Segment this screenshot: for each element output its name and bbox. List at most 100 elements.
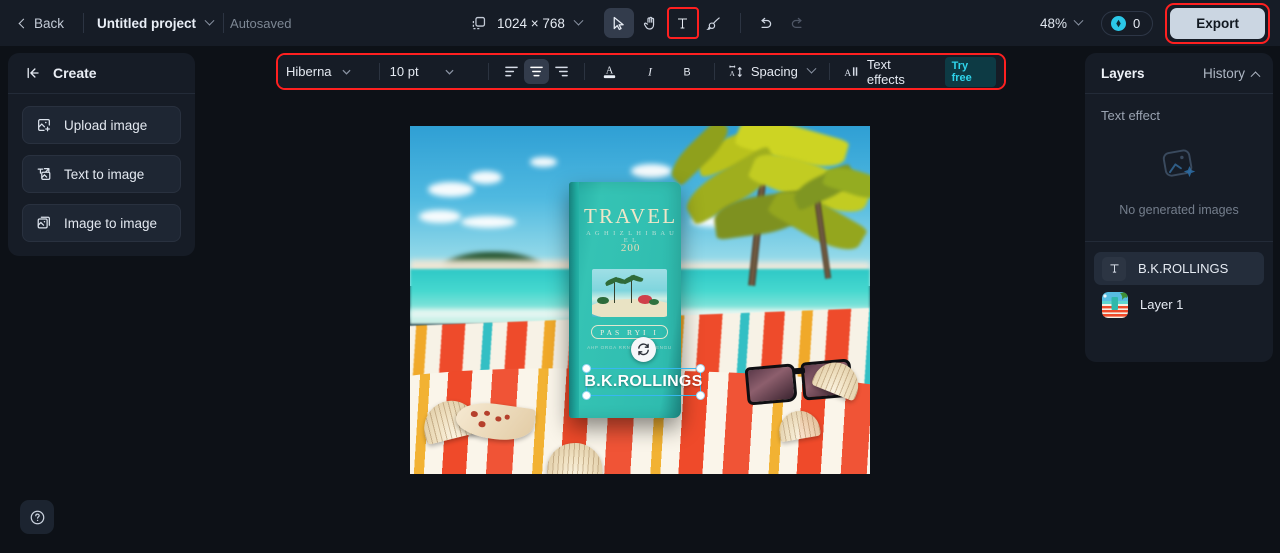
chevron-down-icon — [806, 63, 817, 74]
rotate-handle[interactable] — [631, 337, 656, 362]
book-spine — [568, 181, 579, 419]
brush-tool[interactable] — [700, 8, 730, 38]
chevron-down-icon — [573, 15, 584, 26]
chevron-down-icon — [341, 69, 351, 75]
help-button[interactable] — [20, 500, 54, 534]
zoom-level-value: 48% — [1039, 15, 1067, 31]
topbar-left-group: Back Untitled project Autosaved — [0, 0, 291, 46]
divider — [713, 63, 715, 80]
canvas-artwork: TRAVEL A G H I Z L H I B A U E L 200 PAS — [410, 126, 870, 474]
empty-state-label: No generated images — [1119, 203, 1239, 217]
italic-button[interactable]: I — [638, 59, 663, 84]
layer-row-image[interactable]: Layer 1 — [1094, 288, 1264, 321]
design-canvas[interactable]: TRAVEL A G H I Z L H I B A U E L 200 PAS — [410, 126, 870, 474]
book-year: 200 — [620, 242, 641, 254]
project-name[interactable]: Untitled project — [97, 16, 196, 31]
text-tool[interactable] — [666, 7, 699, 39]
svg-text:A: A — [606, 65, 614, 76]
book-title: TRAVEL — [583, 204, 678, 229]
topbar-center-group: 1024 × 768 — [462, 0, 813, 46]
text-color-button[interactable]: A — [595, 59, 624, 84]
create-panel-header: Create — [8, 53, 195, 94]
tool-group — [603, 7, 813, 39]
bold-button[interactable]: B — [675, 59, 700, 84]
divider — [584, 63, 586, 80]
text-to-image-button[interactable]: Text to image — [22, 155, 181, 193]
credits-badge[interactable]: 0 — [1101, 10, 1154, 36]
chevron-down-icon — [1073, 15, 1084, 26]
text-format-toolbar: Hiberna 10 pt A I B A Spacing A Text eff… — [278, 55, 1004, 88]
collapse-left-icon[interactable] — [26, 66, 42, 80]
text-object-selection[interactable]: B.K.ROLLINGS — [582, 364, 705, 400]
align-center-button[interactable] — [524, 59, 550, 84]
back-button[interactable]: Back — [14, 12, 70, 35]
try-free-badge[interactable]: Try free — [944, 56, 997, 87]
chevron-down-icon — [204, 15, 215, 26]
history-label: History — [1202, 65, 1245, 81]
shell-spot — [495, 416, 502, 422]
resize-handle-bottom-left[interactable] — [582, 391, 591, 400]
image-layer-thumbnail — [1102, 291, 1128, 318]
sunglasses-bridge — [792, 367, 806, 375]
text-to-image-icon — [36, 166, 52, 182]
question-mark-icon — [29, 509, 46, 526]
image-to-image-label: Image to image — [64, 215, 158, 231]
divider — [828, 63, 830, 80]
create-panel: Create Upload image Text to image Image … — [8, 53, 195, 256]
shell-spot — [504, 415, 511, 420]
layers-panel: Layers History Text effect No generated … — [1085, 53, 1273, 362]
text-effects-button[interactable]: A Text effects Try free — [844, 56, 997, 87]
font-size-value: 10 pt — [389, 64, 419, 79]
spacing-label: Spacing — [750, 64, 798, 79]
resize-handle-top-left[interactable] — [582, 364, 591, 373]
select-tool[interactable] — [603, 8, 634, 38]
layer-row-text[interactable]: B.K.ROLLINGS — [1094, 252, 1264, 285]
shell-spot — [470, 411, 479, 418]
cover-bush — [648, 298, 660, 305]
divider — [488, 63, 490, 80]
align-right-button[interactable] — [549, 59, 574, 84]
export-button-highlight: Export — [1165, 2, 1270, 44]
text-effects-label: Text effects — [866, 56, 905, 87]
undo-button[interactable] — [751, 8, 781, 38]
svg-text:A: A — [844, 68, 851, 78]
spacing-icon: A — [729, 65, 744, 79]
canvas-size-value: 1024 × 768 — [497, 15, 565, 31]
spacing-button[interactable]: A Spacing — [729, 63, 817, 79]
align-left-button[interactable] — [499, 59, 524, 84]
hand-tool[interactable] — [636, 8, 666, 38]
canvas-text-object[interactable]: B.K.ROLLINGS — [584, 369, 702, 395]
sunglasses-lens-left — [744, 362, 798, 406]
text-effect-section-title: Text effect — [1101, 108, 1161, 123]
font-family-select[interactable]: Hiberna — [286, 64, 369, 79]
tab-history[interactable]: History — [1202, 65, 1261, 81]
project-menu-button[interactable] — [196, 15, 221, 29]
zoom-level-button[interactable]: 48% — [1033, 11, 1089, 36]
cloud — [529, 157, 558, 168]
upload-image-button[interactable]: Upload image — [22, 106, 181, 144]
cover-palm-trunk — [631, 279, 633, 304]
layers-panel-header: Layers History — [1085, 53, 1273, 94]
font-size-select[interactable]: 10 pt — [390, 64, 478, 79]
svg-text:I: I — [647, 66, 653, 78]
upload-image-label: Upload image — [64, 117, 148, 133]
credit-coin-icon — [1111, 15, 1126, 31]
back-label: Back — [34, 15, 65, 31]
book-cover-art — [592, 269, 667, 317]
canvas-size-button[interactable]: 1024 × 768 — [462, 10, 590, 37]
shell-spot — [478, 421, 486, 428]
export-button[interactable]: Export — [1170, 7, 1265, 39]
upload-image-icon — [36, 117, 52, 133]
cloud — [469, 171, 502, 184]
image-to-image-icon — [36, 215, 52, 231]
svg-text:A: A — [729, 69, 735, 78]
text-layer-icon — [1102, 256, 1126, 281]
text-effects-icon: A — [844, 65, 860, 79]
resize-handle-top-right[interactable] — [696, 364, 705, 373]
divider — [83, 13, 85, 33]
image-to-image-button[interactable]: Image to image — [22, 204, 181, 242]
resize-handle-bottom-right[interactable] — [696, 391, 705, 400]
image-sparkle-icon — [1156, 145, 1202, 187]
tab-layers[interactable]: Layers — [1101, 66, 1145, 81]
redo-button[interactable] — [783, 8, 813, 38]
